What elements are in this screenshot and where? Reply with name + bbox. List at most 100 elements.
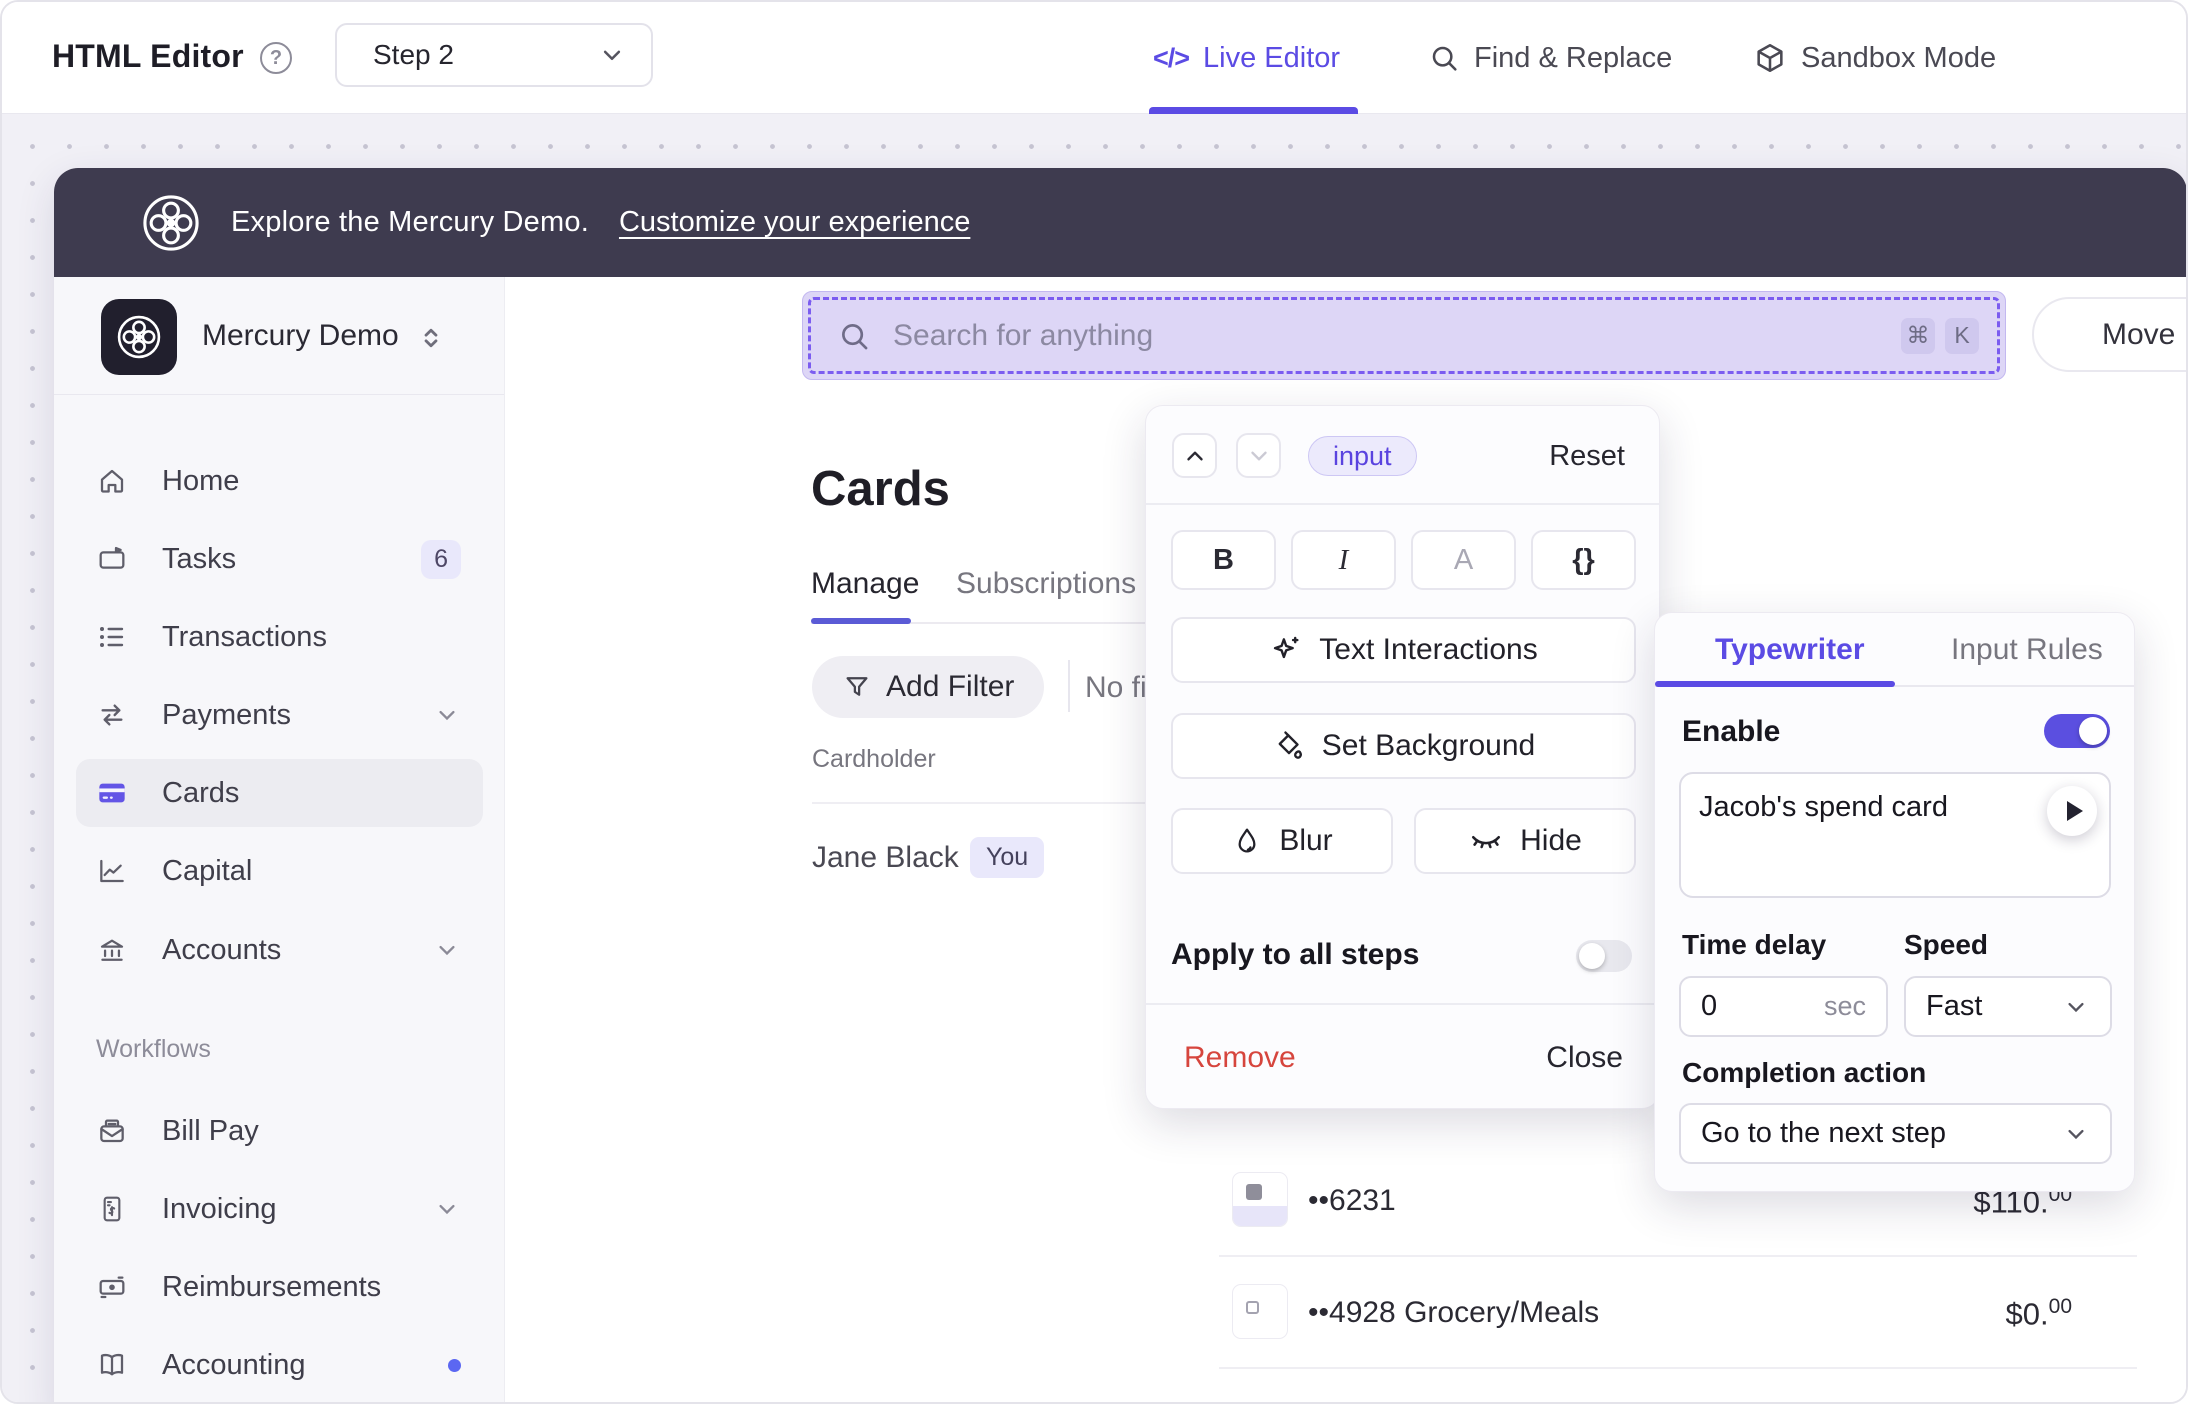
card-number: ••4928 Grocery/Meals <box>1308 1296 1599 1330</box>
text-color-button[interactable]: A <box>1411 530 1516 590</box>
completion-action-select[interactable]: Go to the next step <box>1679 1103 2112 1164</box>
banner-customize-link[interactable]: Customize your experience <box>619 206 970 239</box>
apply-all-label: Apply to all steps <box>1171 938 1419 972</box>
workflows-section-label: Workflows <box>96 1035 211 1064</box>
play-icon <box>2067 801 2083 821</box>
bold-button[interactable]: B <box>1171 530 1276 590</box>
org-switcher-icon[interactable] <box>414 321 448 355</box>
tab-live-editor[interactable]: </> Live Editor <box>1153 2 1340 114</box>
paint-bucket-icon <box>1272 729 1306 763</box>
capital-icon <box>96 855 128 887</box>
app-title: HTML Editor <box>52 38 244 75</box>
preview-play-button[interactable] <box>2047 786 2097 836</box>
select-child-button[interactable] <box>1236 433 1281 478</box>
set-background-button[interactable]: Set Background <box>1171 713 1636 779</box>
cmd-key-icon: ⌘ <box>1901 318 1935 354</box>
sidebar-item-label: Invoicing <box>162 1193 276 1226</box>
sidebar-item-reimbursements[interactable]: Reimbursements <box>76 1253 483 1321</box>
editor-toolbar: HTML Editor ? Step 2 </> Live Editor Fin… <box>2 2 2186 114</box>
amount-cents: 00 <box>2049 1295 2072 1318</box>
text-interactions-label: Text Interactions <box>1319 633 1537 667</box>
code-braces-button[interactable]: {} <box>1531 530 1636 590</box>
accounting-icon <box>96 1349 128 1381</box>
tab-manage[interactable]: Manage <box>811 567 919 601</box>
card-thumbnail <box>1232 1284 1288 1339</box>
cardholder-name: Jane Black <box>812 841 959 875</box>
hide-label: Hide <box>1520 824 1582 858</box>
sidebar-divider <box>54 394 504 395</box>
sidebar-item-tasks[interactable]: Tasks 6 <box>76 525 483 593</box>
chevron-down-icon <box>433 701 461 729</box>
chevron-down-icon <box>433 936 461 964</box>
italic-button[interactable]: I <box>1291 530 1396 590</box>
reset-button[interactable]: Reset <box>1549 440 1625 473</box>
amount-dollars: $0. <box>2006 1296 2049 1331</box>
completion-action-value: Go to the next step <box>1701 1117 1946 1150</box>
tasks-icon <box>96 543 128 575</box>
table-divider <box>812 802 1145 804</box>
enable-toggle[interactable] <box>2044 714 2110 748</box>
apply-all-toggle[interactable] <box>1576 940 1632 972</box>
speed-label: Speed <box>1904 929 1988 961</box>
card-thumbnail <box>1232 1172 1288 1227</box>
code-icon: </> <box>1153 43 1189 74</box>
chevron-down-icon <box>597 40 627 70</box>
filter-divider <box>1068 660 1070 712</box>
search-input[interactable]: Search for anything ⌘ K <box>802 291 2006 380</box>
text-interactions-button[interactable]: Text Interactions <box>1171 617 1636 683</box>
typewriter-text-input[interactable]: Jacob's spend card <box>1679 772 2111 898</box>
no-filters-label: No fi <box>1085 671 1147 705</box>
tab-typewriter[interactable]: Typewriter <box>1715 633 1865 667</box>
blur-button[interactable]: Blur <box>1171 808 1393 874</box>
blur-label: Blur <box>1279 824 1332 858</box>
step-selector-value: Step 2 <box>373 39 454 71</box>
panel-divider <box>1146 503 1659 505</box>
sidebar-item-payments[interactable]: Payments <box>76 681 483 749</box>
sidebar-item-label: Home <box>162 465 239 498</box>
add-filter-button[interactable]: Add Filter <box>812 656 1044 718</box>
sidebar-item-cards[interactable]: Cards <box>76 759 483 827</box>
sidebar-item-capital[interactable]: Capital <box>76 837 483 905</box>
you-badge: You <box>970 837 1044 878</box>
sidebar-item-label: Accounts <box>162 934 281 967</box>
sidebar-item-accounts[interactable]: Accounts <box>76 916 483 984</box>
tab-input-rules[interactable]: Input Rules <box>1951 633 2103 667</box>
chevron-down-icon <box>433 1195 461 1223</box>
move-money-button[interactable]: Move Money <box>2032 297 2187 372</box>
editor-window: HTML Editor ? Step 2 </> Live Editor Fin… <box>0 0 2188 1404</box>
droplet-icon <box>1231 825 1263 857</box>
sidebar-item-label: Cards <box>162 777 239 810</box>
tab-subscriptions[interactable]: Subscriptions <box>956 567 1136 601</box>
tab-sandbox-mode[interactable]: Sandbox Mode <box>1753 2 1996 114</box>
mercury-logo-icon <box>137 189 205 257</box>
sidebar-item-transactions[interactable]: Transactions <box>76 603 483 671</box>
active-tab-underline <box>1655 681 1895 687</box>
tab-find-replace[interactable]: Find & Replace <box>1428 2 1672 114</box>
hide-button[interactable]: Hide <box>1414 808 1636 874</box>
sidebar-item-label: Capital <box>162 855 252 888</box>
close-button[interactable]: Close <box>1546 1041 1623 1075</box>
org-avatar <box>101 299 177 375</box>
set-background-label: Set Background <box>1322 729 1535 763</box>
time-delay-input[interactable]: 0 sec <box>1679 976 1888 1037</box>
select-parent-button[interactable] <box>1172 433 1217 478</box>
active-tab-underline <box>1149 107 1358 114</box>
home-icon <box>96 465 128 497</box>
help-icon[interactable]: ? <box>260 42 292 74</box>
sidebar-item-home[interactable]: Home <box>76 447 483 515</box>
demo-sidebar: Mercury Demo Home Tasks 6 <box>54 277 505 1404</box>
time-delay-value: 0 <box>1701 990 1717 1023</box>
speed-select[interactable]: Fast <box>1904 976 2112 1037</box>
sidebar-item-label: Transactions <box>162 621 327 654</box>
sidebar-item-bill-pay[interactable]: Bill Pay <box>76 1097 483 1165</box>
remove-button[interactable]: Remove <box>1184 1041 1296 1075</box>
interaction-panel: input Reset B I A {} Text Interactions S… <box>1145 405 1660 1109</box>
typewriter-text-value: Jacob's spend card <box>1699 791 1948 824</box>
time-delay-label: Time delay <box>1682 929 1826 961</box>
step-selector[interactable]: Step 2 <box>335 23 653 87</box>
demo-banner: Explore the Mercury Demo. Customize your… <box>54 168 2187 277</box>
sidebar-item-invoicing[interactable]: Invoicing <box>76 1175 483 1243</box>
time-delay-unit: sec <box>1824 991 1866 1022</box>
sidebar-item-accounting[interactable]: Accounting <box>76 1331 483 1399</box>
k-key: K <box>1945 318 1979 354</box>
